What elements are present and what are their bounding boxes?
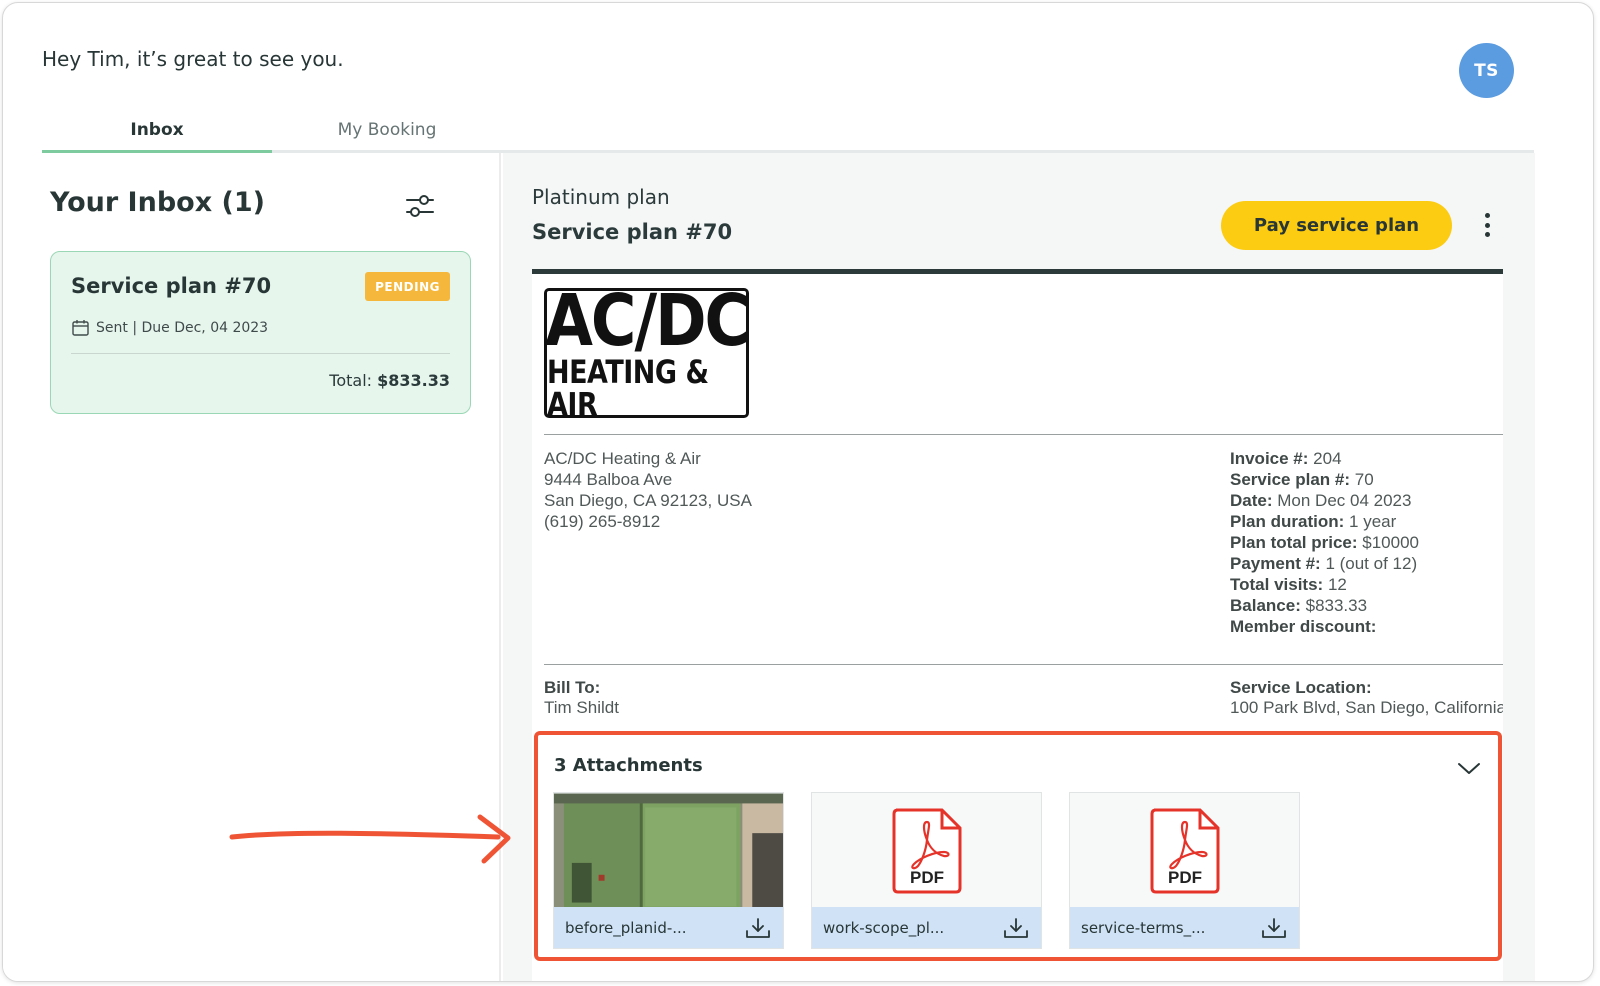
pdf-file-icon: PDF: [892, 808, 961, 894]
company-address: AC/DC Heating & Air 9444 Balboa Ave San …: [544, 448, 752, 532]
attachment-thumbnail: PDF: [812, 793, 1041, 909]
plan-name: Platinum plan: [532, 185, 670, 209]
chevron-down-icon[interactable]: [1456, 759, 1482, 777]
detail-total-visits: Total visits: 12: [1230, 575, 1347, 594]
pdf-label: PDF: [1168, 868, 1202, 887]
attachments-panel: 3 Attachments before_planid-... PDF work…: [534, 731, 1502, 961]
inbox-card-service-plan[interactable]: Service plan #70 PENDING Sent | Due Dec,…: [50, 251, 471, 414]
card-total-label: Total:: [329, 371, 373, 390]
inbox-title: Your Inbox (1): [50, 187, 265, 218]
app-window: Hey Tim, it’s great to see you. TS Inbox…: [2, 2, 1594, 982]
pdf-label: PDF: [910, 868, 944, 887]
attachment-item-pdf[interactable]: PDF service-terms_...: [1069, 792, 1300, 949]
detail-balance: Balance: $833.33: [1230, 596, 1368, 615]
company-city: San Diego, CA 92123, USA: [544, 491, 752, 510]
invoice-details: Invoice #: 204 Service plan #: 70 Date: …: [1230, 448, 1419, 637]
card-total-value: $833.33: [377, 371, 450, 390]
annotation-arrow-icon: [229, 814, 511, 864]
service-location-value: 100 Park Blvd, San Diego, California: [1230, 698, 1503, 717]
pdf-file-icon: PDF: [1150, 808, 1219, 894]
attachment-footer: before_planid-...: [554, 907, 783, 948]
service-location-label: Service Location:: [1230, 678, 1372, 697]
attachment-thumbnail: [554, 793, 783, 909]
card-title: Service plan #70: [71, 274, 272, 298]
card-divider: [71, 353, 450, 354]
status-badge: PENDING: [365, 272, 450, 301]
attachment-footer: service-terms_...: [1070, 907, 1299, 948]
filter-button[interactable]: [403, 191, 437, 221]
bill-to-label: Bill To:: [544, 678, 601, 697]
logo-line-2: HEATING & AIR: [547, 354, 709, 424]
tab-my-booking[interactable]: My Booking: [272, 109, 502, 150]
card-total: Total: $833.33: [329, 371, 450, 390]
detail-member-discount: Member discount:: [1230, 617, 1377, 636]
divider: [544, 434, 1503, 435]
sliders-icon: [406, 195, 434, 217]
calendar-icon: [72, 320, 89, 336]
card-meta: Sent | Due Dec, 04 2023: [71, 318, 268, 337]
company-logo: AC/DC HEATING & AIR: [544, 278, 750, 421]
download-icon[interactable]: [1003, 917, 1029, 939]
greeting-text: Hey Tim, it’s great to see you.: [42, 47, 344, 71]
attachment-item-pdf[interactable]: PDF work-scope_pl...: [811, 792, 1042, 949]
detail-service-plan-number: Service plan #: 70: [1230, 470, 1374, 489]
company-phone: (619) 265-8912: [544, 512, 661, 531]
attachments-title: 3 Attachments: [554, 755, 703, 776]
attachment-name: service-terms_...: [1081, 918, 1206, 937]
company-name: AC/DC Heating & Air: [544, 449, 701, 468]
detail-plan-total-price: Plan total price: $10000: [1230, 533, 1419, 552]
more-options-icon[interactable]: [1477, 209, 1497, 241]
detail-date: Date: Mon Dec 04 2023: [1230, 491, 1412, 510]
pay-service-plan-button[interactable]: Pay service plan: [1221, 201, 1452, 250]
download-icon[interactable]: [745, 917, 771, 939]
attachment-thumbnail: PDF: [1070, 793, 1299, 909]
download-icon[interactable]: [1261, 917, 1287, 939]
detail-payment-number: Payment #: 1 (out of 12): [1230, 554, 1418, 573]
bill-to: Bill To: Tim Shildt: [544, 678, 619, 718]
plan-title: Service plan #70: [532, 220, 733, 244]
logo-line-1: AC/DC: [544, 278, 750, 363]
divider: [544, 664, 1503, 665]
attachment-item-image[interactable]: before_planid-...: [553, 792, 784, 949]
attachment-name: work-scope_pl...: [823, 918, 945, 937]
attachment-footer: work-scope_pl...: [812, 907, 1041, 948]
company-street: 9444 Balboa Ave: [544, 470, 673, 489]
card-meta-text: Sent | Due Dec, 04 2023: [96, 319, 269, 336]
tab-inbox[interactable]: Inbox: [42, 109, 272, 153]
main-tabs: Inbox My Booking: [42, 109, 1534, 153]
detail-plan-duration: Plan duration: 1 year: [1230, 512, 1397, 531]
service-location: Service Location: 100 Park Blvd, San Die…: [1230, 678, 1503, 718]
hvac-unit-photo-icon: [554, 793, 783, 909]
detail-invoice-number: Invoice #: 204: [1230, 449, 1342, 468]
attachment-name: before_planid-...: [565, 918, 687, 937]
bill-to-name: Tim Shildt: [544, 698, 619, 717]
user-avatar[interactable]: TS: [1459, 43, 1514, 98]
